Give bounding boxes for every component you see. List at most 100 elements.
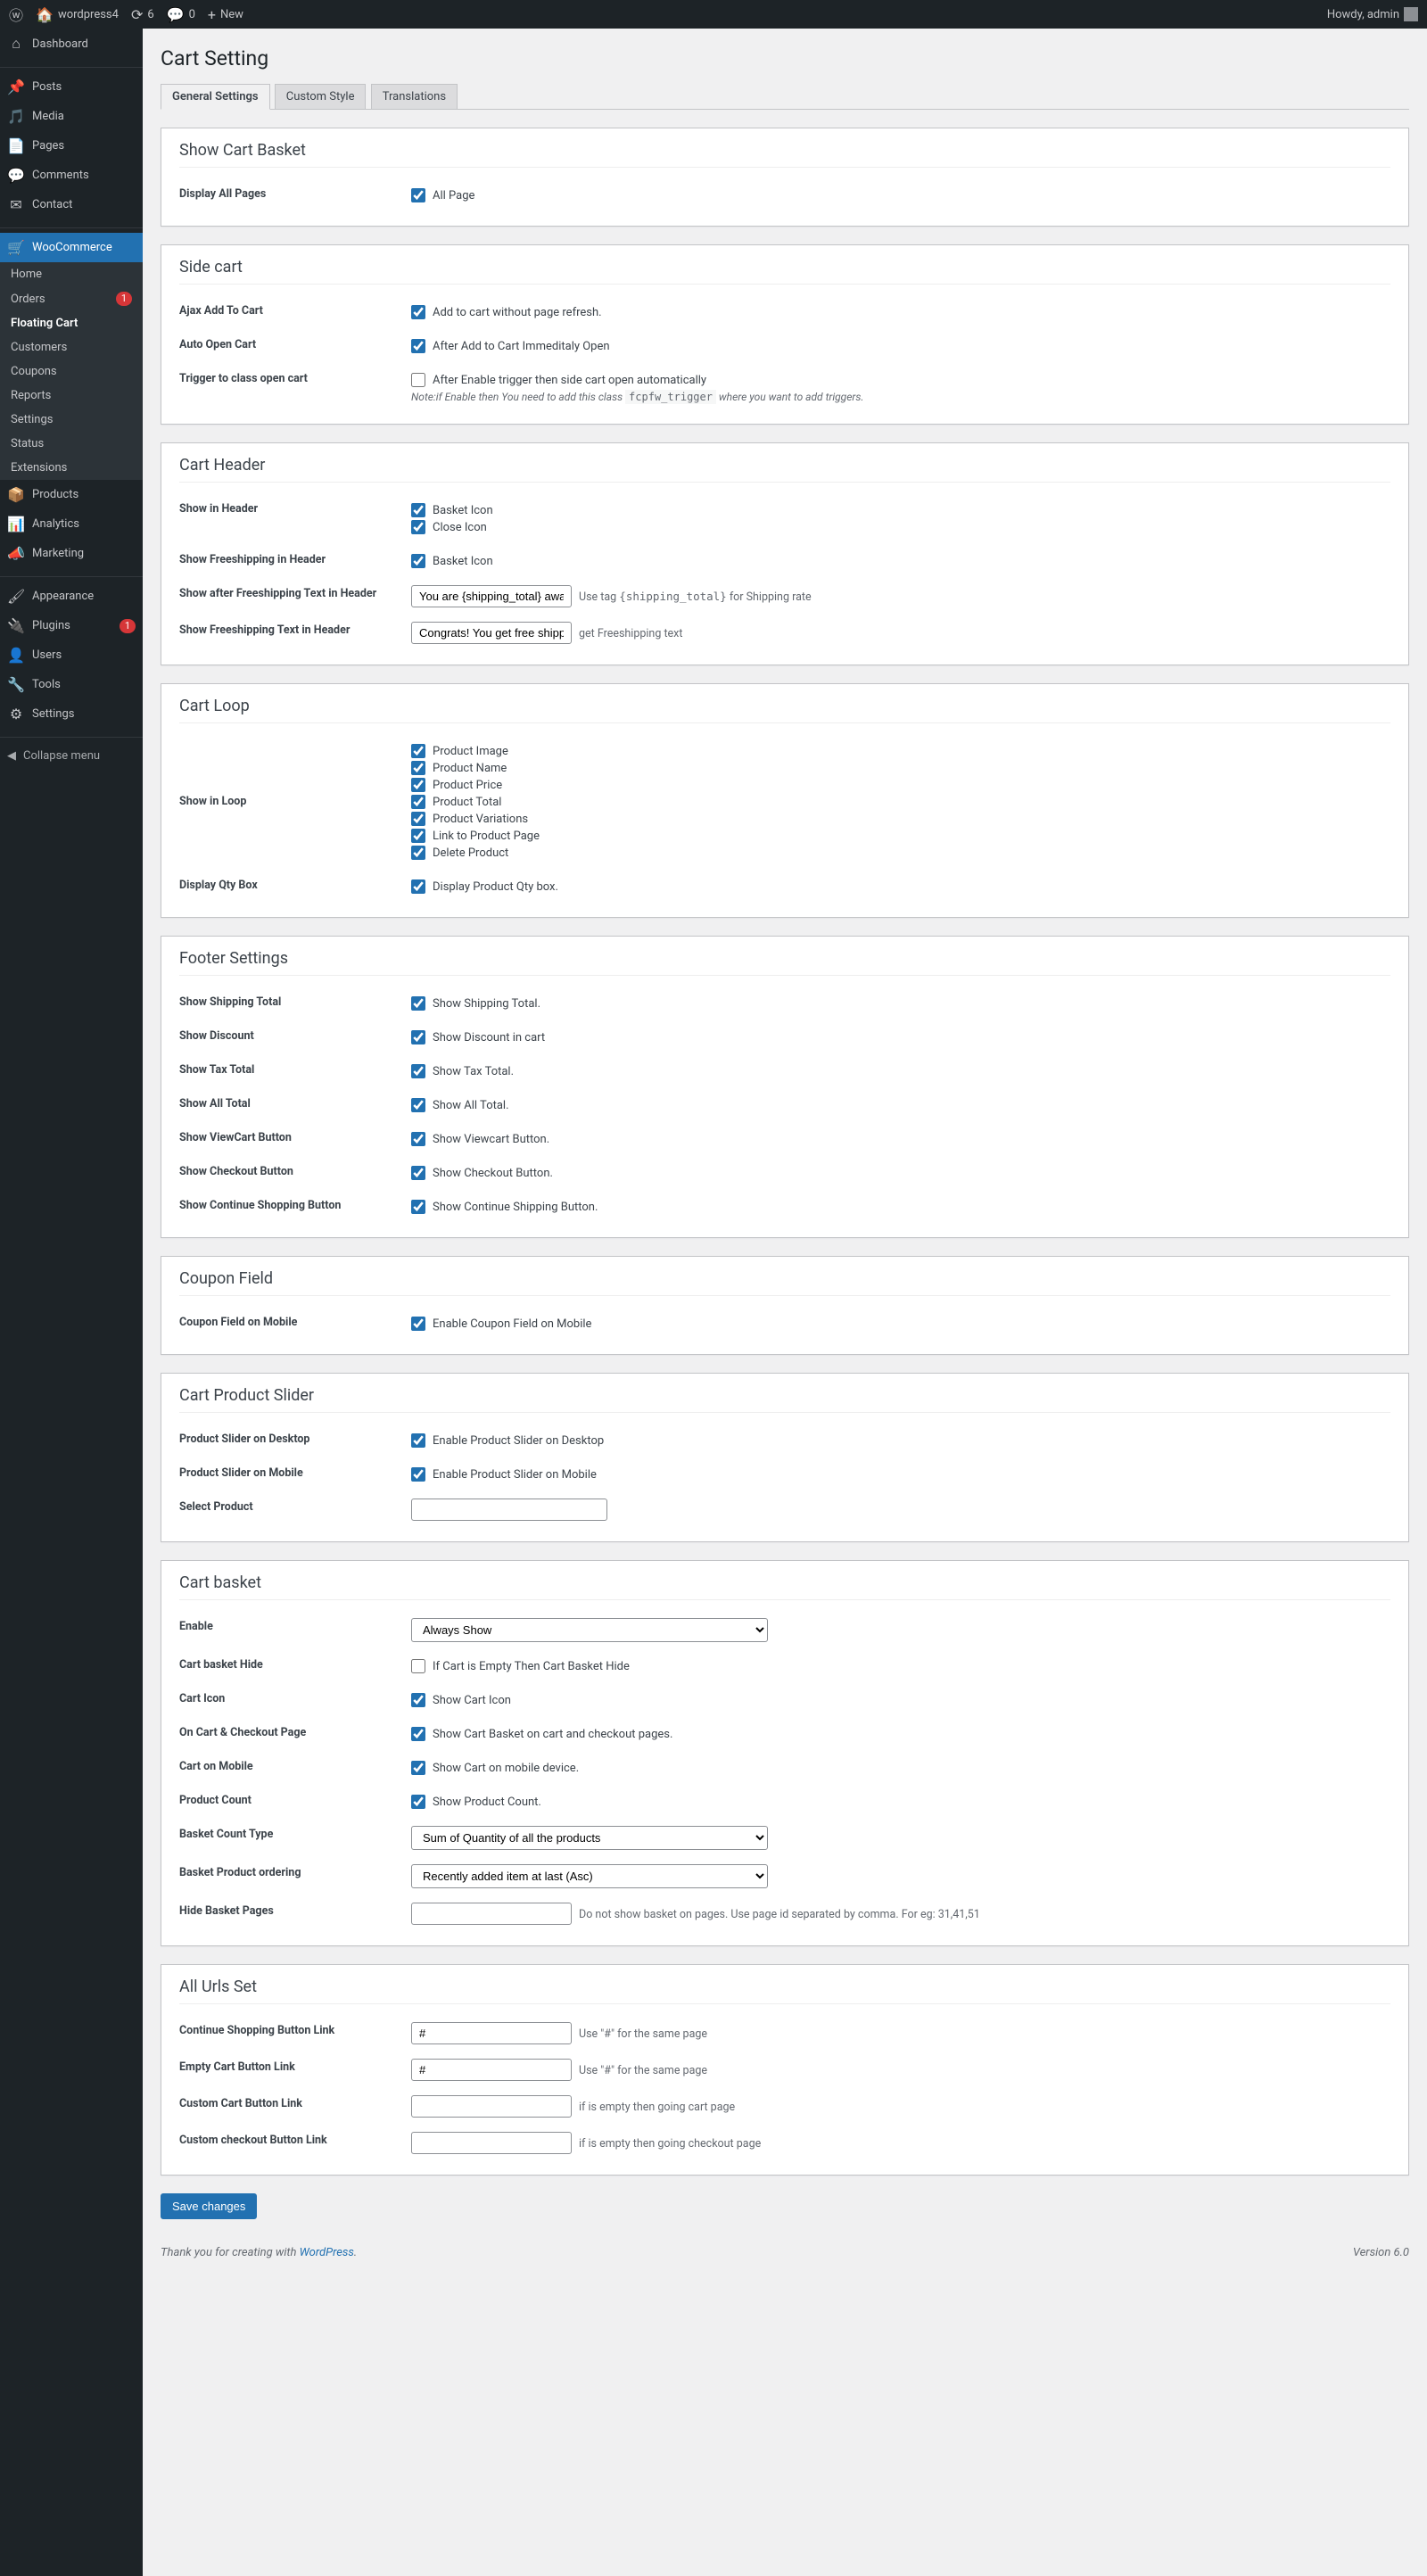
menu-appearance[interactable]: 🖌Appearance xyxy=(0,582,143,611)
chk-all-page[interactable] xyxy=(411,188,425,202)
chk-all-total[interactable] xyxy=(411,1098,425,1112)
sub-floating-cart[interactable]: Floating Cart xyxy=(0,311,143,335)
menu-posts[interactable]: 📌Posts xyxy=(0,72,143,102)
wp-link[interactable]: WordPress xyxy=(300,2246,354,2259)
menu-products[interactable]: 📦Products xyxy=(0,480,143,509)
tab-general[interactable]: General Settings xyxy=(161,84,270,110)
select-count-type[interactable]: Sum of Quantity of all the products xyxy=(411,1826,768,1850)
sub-customers[interactable]: Customers xyxy=(0,335,143,359)
sub-settings[interactable]: Settings xyxy=(0,408,143,432)
section-heading: Cart Header xyxy=(179,443,1390,483)
chk-auto-open[interactable] xyxy=(411,339,425,353)
account-link[interactable]: Howdy, admin xyxy=(1327,7,1418,21)
input-custom-cart[interactable] xyxy=(411,2095,572,2118)
label-checkout: Show Checkout Button xyxy=(179,1163,411,1178)
chk-checkout[interactable] xyxy=(411,1166,425,1180)
chk-basket-icon[interactable] xyxy=(411,503,425,517)
chk-shipping-total[interactable] xyxy=(411,996,425,1011)
input-freeship-text[interactable] xyxy=(411,622,572,644)
sub-orders[interactable]: Orders1 xyxy=(0,286,143,311)
tabs: General Settings Custom Style Translatio… xyxy=(161,84,1409,110)
woo-submenu: Home Orders1 Floating Cart Customers Cou… xyxy=(0,262,143,480)
section-coupon-field: Coupon Field Coupon Field on MobileEnabl… xyxy=(161,1256,1409,1355)
label-empty-link: Empty Cart Button Link xyxy=(179,2059,411,2074)
desc-freeship: get Freeshipping text xyxy=(579,627,682,640)
chk-viewcart[interactable] xyxy=(411,1132,425,1146)
chk-tax-total[interactable] xyxy=(411,1064,425,1078)
input-select-product[interactable] xyxy=(411,1499,607,1521)
new-link[interactable]: +New xyxy=(208,6,243,23)
comments-link[interactable]: 💬0 xyxy=(167,6,195,23)
chk-product-total[interactable] xyxy=(411,795,425,809)
input-empty-link[interactable] xyxy=(411,2059,572,2081)
chk-product-count[interactable] xyxy=(411,1795,425,1809)
input-hide-pages[interactable] xyxy=(411,1903,572,1925)
section-heading: Side cart xyxy=(179,245,1390,285)
chk-discount[interactable] xyxy=(411,1030,425,1044)
menu-marketing[interactable]: 📣Marketing xyxy=(0,539,143,568)
section-cart-header: Cart Header Show in Header Basket Icon C… xyxy=(161,442,1409,665)
chk-basket-hide[interactable] xyxy=(411,1659,425,1673)
chk-coupon-mobile[interactable] xyxy=(411,1317,425,1331)
label-product-count: Product Count xyxy=(179,1792,411,1807)
label-ajax-add: Ajax Add To Cart xyxy=(179,302,411,318)
chk-delete-product[interactable] xyxy=(411,846,425,860)
menu-users[interactable]: 👤Users xyxy=(0,640,143,670)
chk-cart-icon[interactable] xyxy=(411,1693,425,1707)
tools-icon: 🔧 xyxy=(7,676,25,693)
select-ordering[interactable]: Recently added item at last (Asc) xyxy=(411,1864,768,1888)
menu-tools[interactable]: 🔧Tools xyxy=(0,670,143,699)
site-link[interactable]: 🏠wordpress4 xyxy=(36,6,119,23)
chk-trigger[interactable] xyxy=(411,373,425,387)
label-custom-checkout-link: Custom checkout Button Link xyxy=(179,2132,411,2147)
label-tax-total: Show Tax Total xyxy=(179,1061,411,1077)
chk-freeship-basket[interactable] xyxy=(411,554,425,568)
menu-analytics[interactable]: 📊Analytics xyxy=(0,509,143,539)
chk-close-icon[interactable] xyxy=(411,520,425,534)
collapse-menu[interactable]: ◀Collapse menu xyxy=(0,742,143,770)
chk-ajax-add[interactable] xyxy=(411,305,425,319)
menu-pages[interactable]: 📄Pages xyxy=(0,131,143,161)
menu-plugins[interactable]: 🔌Plugins1 xyxy=(0,611,143,640)
chk-on-cart-checkout[interactable] xyxy=(411,1727,425,1741)
menu-comments[interactable]: 💬Comments xyxy=(0,161,143,190)
chk-product-image[interactable] xyxy=(411,744,425,758)
updates-link[interactable]: ⟳6 xyxy=(131,6,154,23)
chk-slider-mobile[interactable] xyxy=(411,1467,425,1482)
input-custom-checkout[interactable] xyxy=(411,2132,572,2154)
sub-reports[interactable]: Reports xyxy=(0,384,143,408)
chk-qty-box[interactable] xyxy=(411,879,425,894)
menu-media[interactable]: 🎵Media xyxy=(0,102,143,131)
input-continue-link[interactable] xyxy=(411,2022,572,2044)
desc-shipping-tag: Use tag {shipping_total} for Shipping ra… xyxy=(579,590,812,604)
menu-settings[interactable]: ⚙Settings xyxy=(0,699,143,729)
input-after-freeship[interactable] xyxy=(411,585,572,607)
sub-extensions[interactable]: Extensions xyxy=(0,456,143,480)
label-auto-open: Auto Open Cart xyxy=(179,336,411,351)
section-heading: Coupon Field xyxy=(179,1257,1390,1296)
select-enable[interactable]: Always Show xyxy=(411,1618,768,1642)
desc-hide-pages: Do not show basket on pages. Use page id… xyxy=(579,1908,980,1921)
tab-custom-style[interactable]: Custom Style xyxy=(275,84,367,109)
plugin-icon: 🔌 xyxy=(7,617,25,634)
chk-product-name[interactable] xyxy=(411,761,425,775)
menu-dashboard[interactable]: ⌂Dashboard xyxy=(0,29,143,59)
tab-translations[interactable]: Translations xyxy=(371,84,458,109)
sub-coupons[interactable]: Coupons xyxy=(0,359,143,384)
wp-logo[interactable]: ⓦ xyxy=(9,4,23,25)
sub-home[interactable]: Home xyxy=(0,262,143,286)
chk-product-variations[interactable] xyxy=(411,812,425,826)
chk-cart-mobile[interactable] xyxy=(411,1761,425,1775)
chk-product-price[interactable] xyxy=(411,778,425,792)
label-continue-shopping: Show Continue Shopping Button xyxy=(179,1197,411,1212)
analytics-icon: 📊 xyxy=(7,516,25,533)
label-slider-desktop: Product Slider on Desktop xyxy=(179,1431,411,1446)
sub-status[interactable]: Status xyxy=(0,432,143,456)
menu-contact[interactable]: ✉Contact xyxy=(0,190,143,219)
menu-woocommerce[interactable]: 🛒WooCommerce xyxy=(0,233,143,262)
chk-link-product[interactable] xyxy=(411,829,425,843)
chk-slider-desktop[interactable] xyxy=(411,1433,425,1448)
chk-continue-shopping[interactable] xyxy=(411,1200,425,1214)
save-button[interactable]: Save changes xyxy=(161,2193,257,2219)
products-icon: 📦 xyxy=(7,486,25,503)
